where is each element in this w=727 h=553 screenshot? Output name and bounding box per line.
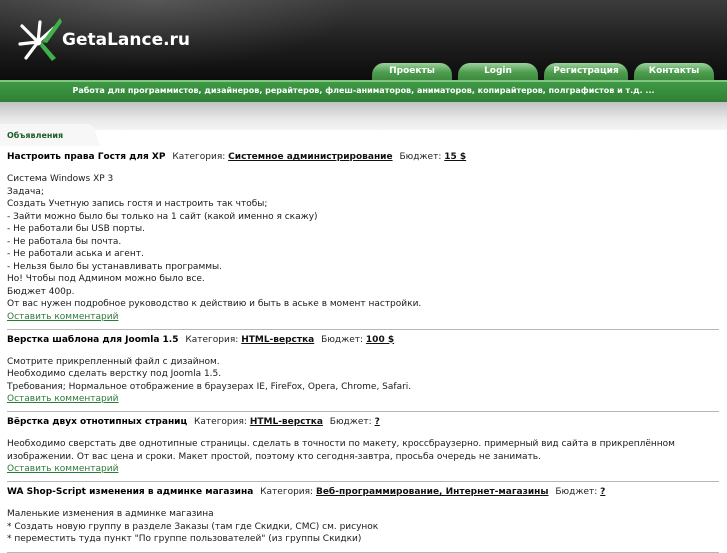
budget-value[interactable]: ?: [375, 417, 380, 427]
description-line: Требования; Нормальное отображение в бра…: [7, 381, 412, 392]
listing-header: Верстка шаблона для Joomla 1.5 Категория…: [7, 334, 719, 346]
description-line: * Создать новую группу в разделе Заказы …: [7, 521, 379, 532]
budget-label: Бюджет:: [329, 417, 372, 427]
listing-header: Вёрстка двух отнотипных страниц Категори…: [7, 416, 719, 428]
listing-description: Необходимо сверстать две однотипные стра…: [7, 438, 719, 463]
listing-header: WA Shop-Script изменения в админке магаз…: [7, 486, 719, 498]
description-line: Создать Учетную запись гостя и настроить…: [7, 199, 268, 209]
main-nav: Проекты Login Регистрация Контакты: [0, 63, 727, 80]
description-line: - Зайти можно было бы только на 1 сайт (…: [7, 211, 318, 222]
description-line: Смотрите прикрепленный файл с дизайном.: [7, 356, 220, 367]
section-title: Объявления: [7, 131, 64, 140]
nav-tab-projects[interactable]: Проекты: [372, 63, 452, 80]
listing-description: Маленькие изменения в админке магазина *…: [7, 508, 719, 546]
description-line: Система Windows XP 3: [7, 174, 114, 184]
budget-value[interactable]: 15 $: [444, 152, 466, 162]
description-line: От вас нужен подробное руководство к дей…: [7, 299, 422, 309]
description-line: - Не работали аська и агент.: [7, 249, 144, 259]
category-label: Категория:: [194, 417, 247, 427]
listing-item: Вёрстка двух отнотипных страниц Категори…: [7, 412, 719, 482]
site-tagline: Работа для программистов, дизайнеров, ре…: [72, 86, 655, 95]
budget-value[interactable]: ?: [600, 487, 605, 497]
category-label: Категория:: [260, 487, 314, 497]
leave-comment-link[interactable]: Оставить комментарий: [7, 311, 719, 323]
section-tab: Объявления: [0, 124, 100, 146]
description-paragraph: Необходимо сверстать две однотипные стра…: [7, 439, 675, 462]
logo-star-icon: [18, 18, 62, 61]
category-label: Категория:: [185, 334, 239, 345]
listing-title[interactable]: Настроить права Гостя для XP: [7, 152, 165, 162]
description-line: Задача;: [7, 186, 44, 197]
listing-description: Смотрите прикрепленный файл с дизайном. …: [7, 356, 719, 394]
description-line: Но! Чтобы под Админом можно было все.: [7, 274, 205, 284]
nav-tab-register[interactable]: Регистрация: [544, 63, 628, 80]
budget-value[interactable]: 100 $: [366, 335, 394, 345]
category-link[interactable]: HTML-верстка: [241, 335, 314, 345]
description-line: Бюджет 400р.: [7, 286, 75, 297]
description-line: - Не работали бы USB порты.: [7, 224, 145, 234]
listing-title[interactable]: WA Shop-Script изменения в админке магаз…: [7, 487, 253, 497]
leave-comment-link[interactable]: Оставить комментарий: [7, 463, 719, 475]
category-link[interactable]: Веб-программирование, Интернет-магазины: [316, 487, 549, 497]
category-label: Категория:: [172, 152, 226, 162]
nav-tab-contacts[interactable]: Контакты: [634, 63, 714, 80]
description-line: - Нельзя было бы устанавливать программы…: [7, 261, 222, 272]
listing-item: Настроить права Гостя для XP Категория: …: [7, 147, 719, 330]
site-header: GetaLance.ru Проекты Login Регистрация К…: [0, 0, 727, 80]
budget-label: Бюджет:: [321, 334, 364, 345]
description-line: Необходимо сделать верстку под Joomla 1.…: [7, 369, 222, 379]
listing-description: Система Windows XP 3 Задача; Создать Уче…: [7, 173, 719, 311]
logo-text: GetaLance.ru: [62, 30, 191, 50]
listing-header: Настроить права Гостя для XP Категория: …: [7, 151, 719, 163]
category-link[interactable]: Системное администрирование: [228, 152, 392, 162]
budget-label: Бюджет:: [555, 487, 598, 497]
description-line: - Не работала бы почта.: [7, 236, 122, 247]
category-link[interactable]: HTML-верстка: [250, 417, 323, 427]
listing-title[interactable]: Верстка шаблона для Joomla 1.5: [7, 335, 179, 345]
budget-label: Бюджет:: [399, 152, 442, 162]
site-logo[interactable]: GetaLance.ru: [16, 12, 190, 68]
description-line: Маленькие изменения в админке магазина: [7, 509, 214, 519]
leave-comment-link[interactable]: Оставить комментарий: [7, 393, 719, 405]
listing-item: WA Shop-Script изменения в админке магаз…: [7, 482, 719, 553]
listings: Настроить права Гостя для XP Категория: …: [7, 147, 719, 553]
listing-title[interactable]: Вёрстка двух отнотипных страниц: [7, 417, 187, 427]
description-line: * переместить туда пункт "По группе поль…: [7, 534, 362, 544]
nav-tab-login[interactable]: Login: [458, 63, 538, 80]
listing-item: Верстка шаблона для Joomla 1.5 Категория…: [7, 330, 719, 412]
section-band: [0, 102, 727, 130]
tagline-bar: Работа для программистов, дизайнеров, ре…: [0, 80, 727, 102]
